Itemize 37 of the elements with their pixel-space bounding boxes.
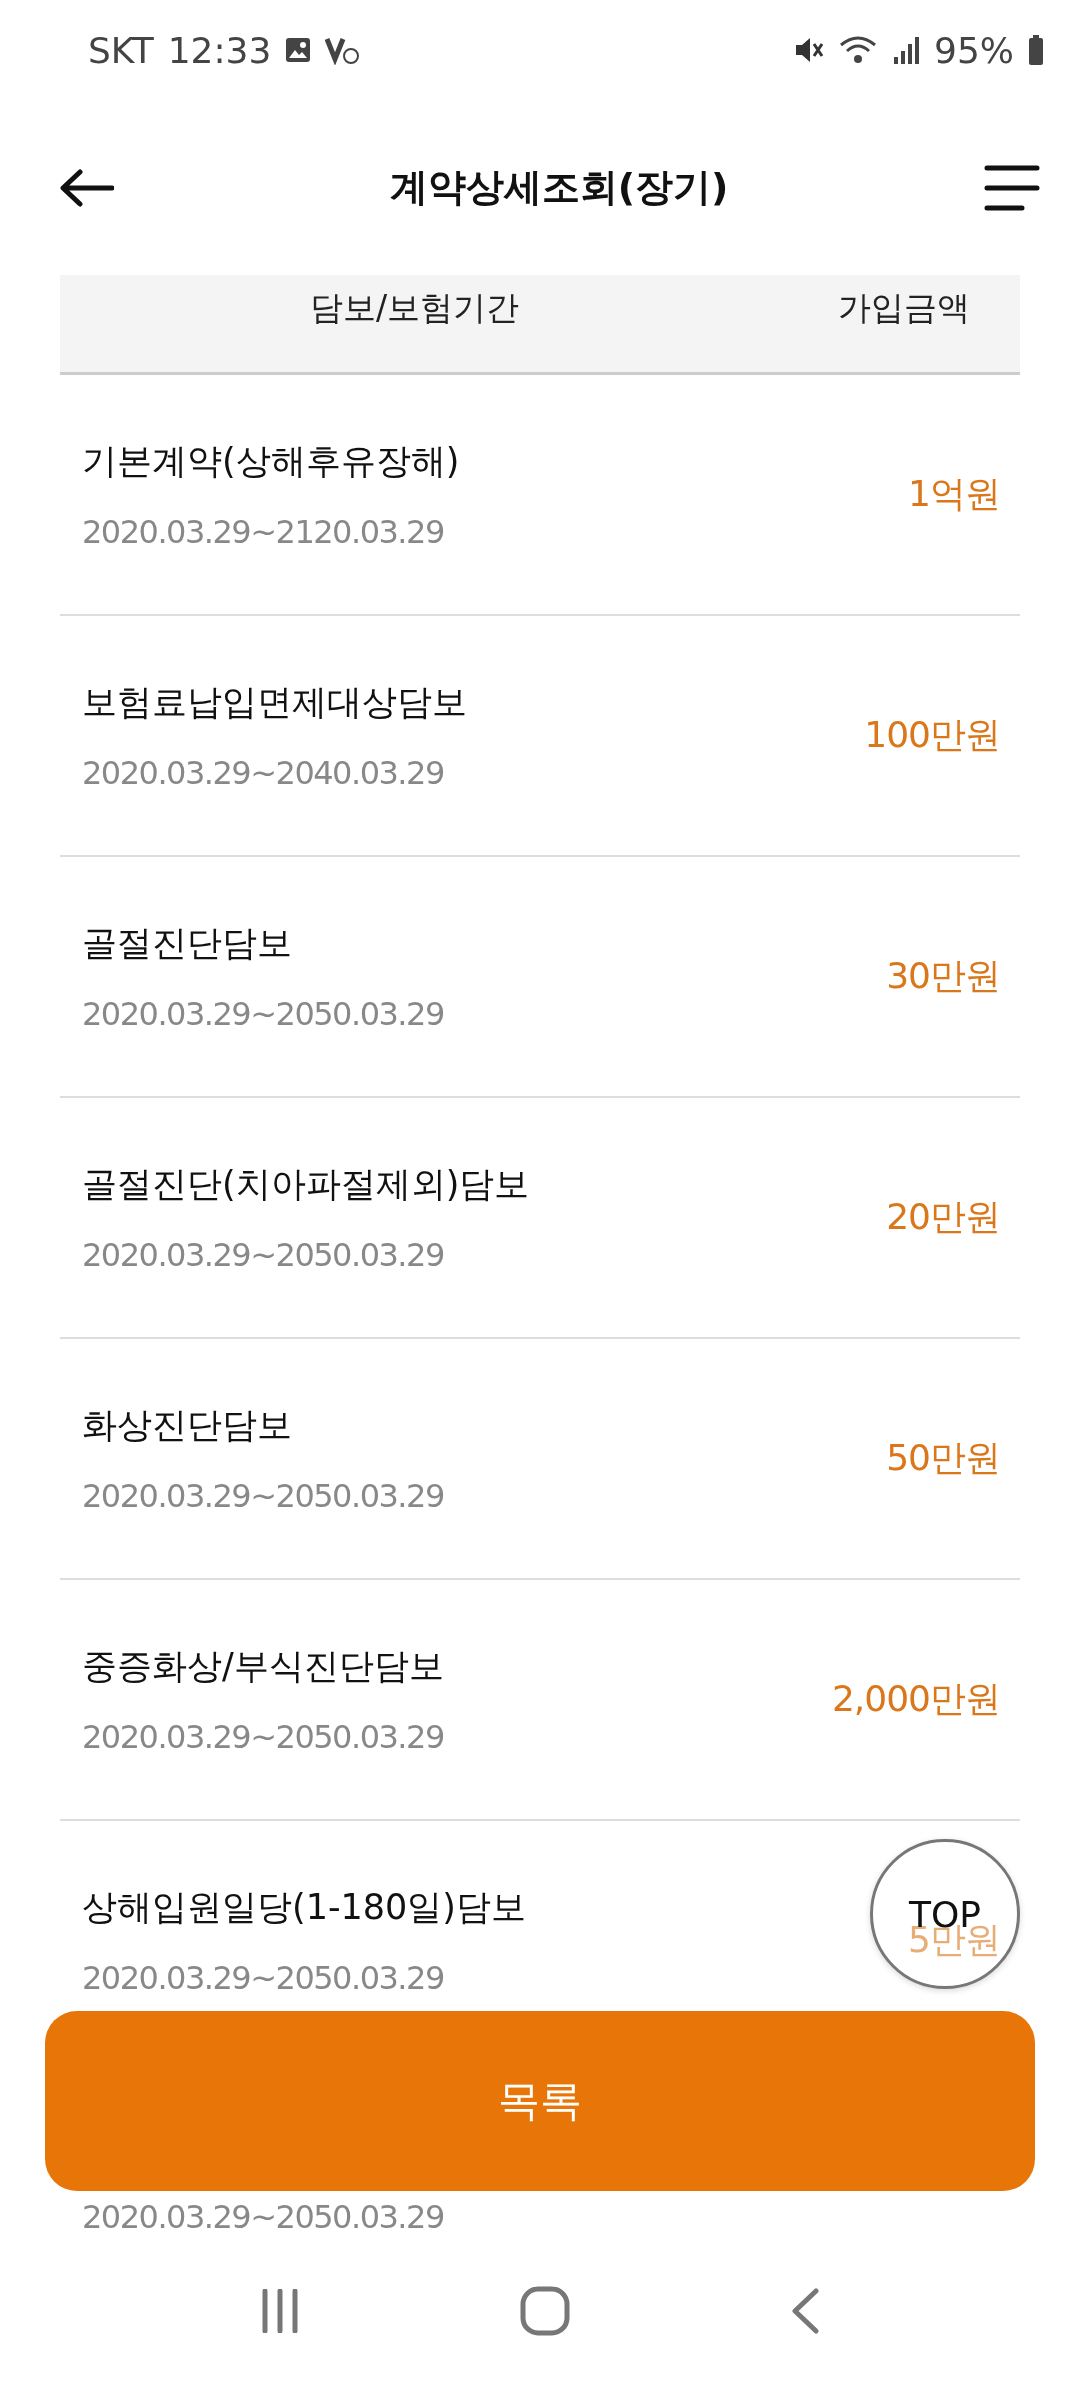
column-header: 가입금액	[838, 287, 970, 329]
back-arrow-icon[interactable]	[58, 167, 114, 208]
coverage-period: 2020.03.29~2050.03.29	[82, 1236, 445, 1274]
coverage-name: 보험료납입면제대상담보	[82, 681, 467, 724]
coverage-amount: 30만원	[886, 954, 1000, 998]
battery-icon	[1028, 35, 1044, 65]
coverage-period: 2020.03.29~2040.03.29	[82, 754, 445, 792]
coverage-period: 2020.03.29~2050.03.29	[82, 1718, 444, 1756]
clock: 12:33	[167, 29, 272, 71]
coverage-name: 화상진단담보	[82, 1404, 293, 1447]
coverage-name: 골절진단(치아파절제외)담보	[82, 1163, 530, 1206]
coverage-period: 2020.03.29~2050.03.29	[82, 995, 444, 1033]
back-icon[interactable]	[790, 2287, 820, 2334]
coverage-period: 2020.03.29~2050.03.29	[82, 1959, 445, 1997]
image-icon	[285, 37, 312, 63]
coverage-name: 상해입원일당(1-180일)담보	[82, 1886, 526, 1929]
wifi-icon	[838, 34, 878, 66]
coverage-name: 골절진단담보	[82, 922, 293, 965]
home-icon[interactable]	[520, 2285, 570, 2336]
recent-apps-icon[interactable]	[260, 2288, 300, 2333]
menu-icon[interactable]	[984, 163, 1040, 212]
carrier: SKT	[88, 29, 154, 71]
coverage-period: 2020.03.29~2050.03.29	[82, 1477, 444, 1515]
column-header: 담보/보험기간	[310, 287, 521, 329]
coverage-amount: 2,000만원	[831, 1677, 1000, 1721]
mute-icon	[794, 36, 824, 64]
coverage-period: 2020.03.29~2050.03.29	[82, 2197, 444, 2236]
coverage-name: 중증화상/부식진단담보	[82, 1645, 444, 1688]
signal-icon	[892, 35, 920, 65]
coverage-amount: 20만원	[886, 1195, 1000, 1239]
coverage-name: 기본계약(상해후유장해)	[82, 440, 460, 483]
coverage-amount: 50만원	[886, 1436, 1000, 1480]
coverage-period: 2020.03.29~2120.03.29	[82, 513, 445, 551]
battery-level: 95%	[934, 29, 1014, 71]
page-title: 계약상세조회(장기)	[389, 164, 729, 211]
coverage-amount: 100만원	[864, 713, 1000, 757]
coverage-amount: 1억원	[908, 472, 1000, 516]
